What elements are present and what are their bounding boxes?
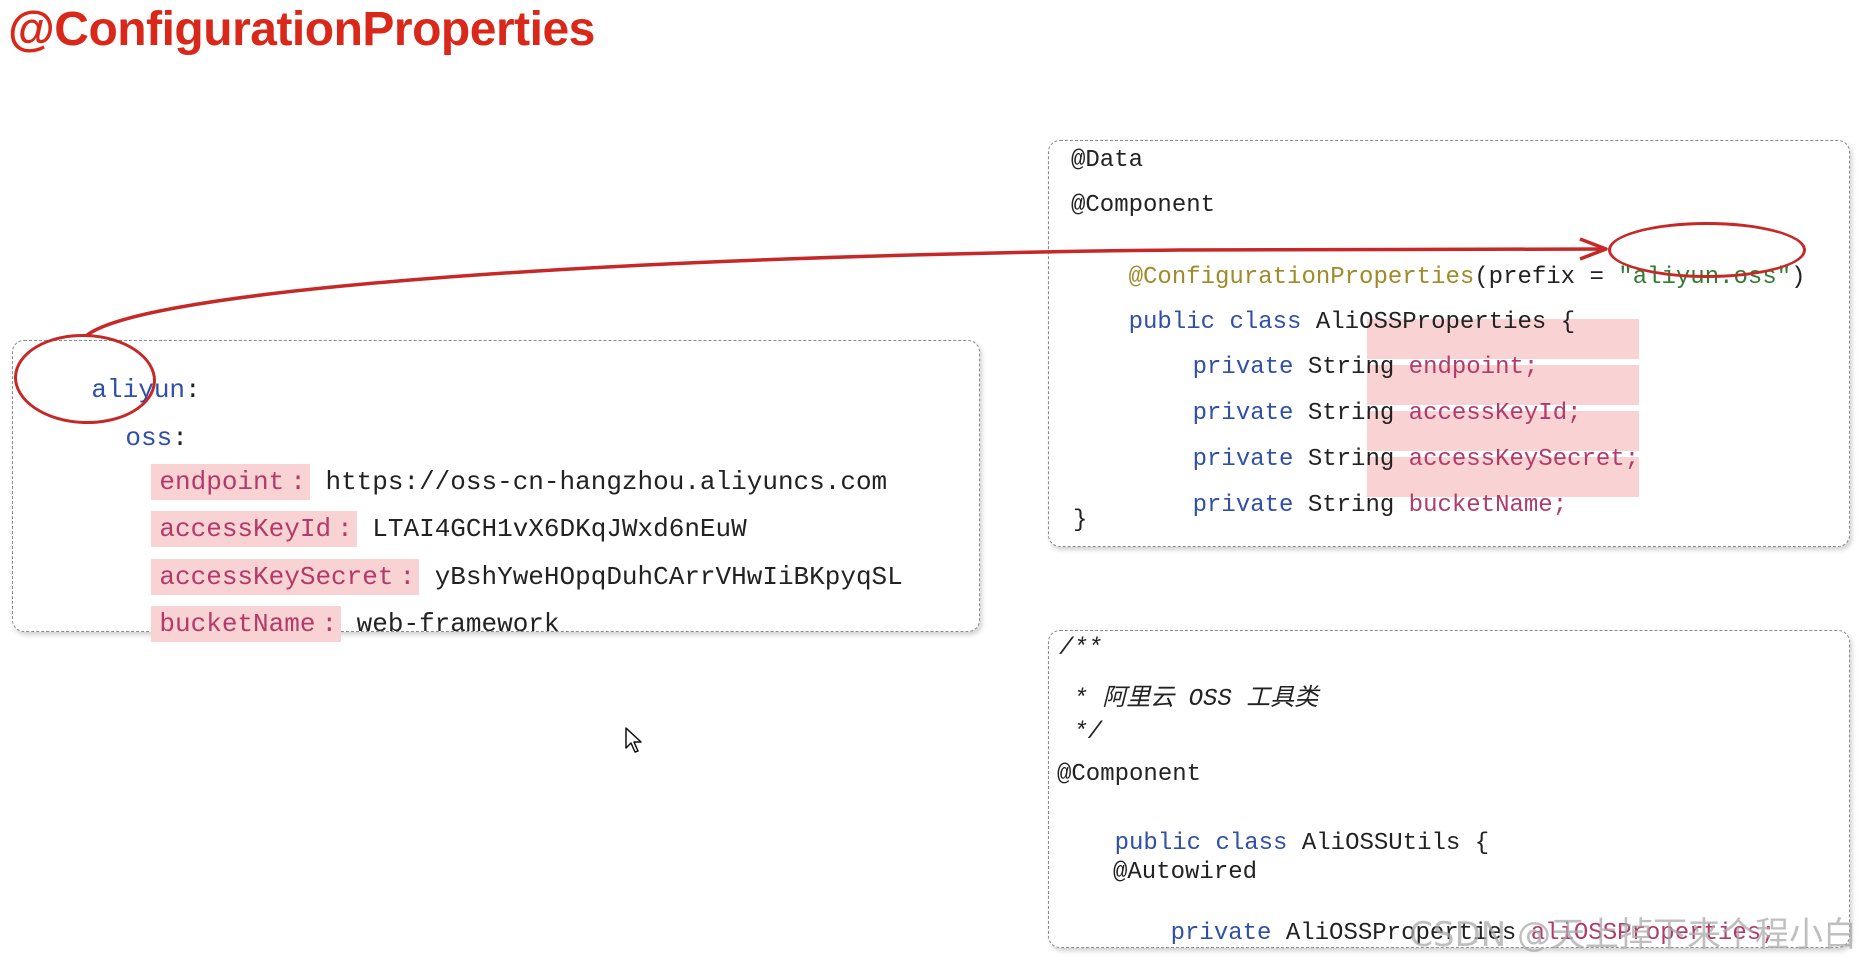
field-line: private String bucketName; (1192, 492, 1568, 519)
yaml-config-box: aliyun: oss: endpoint: https://oss-cn-ha… (12, 340, 980, 642)
doc-comment-body: * 阿里云 OSS 工具类 (1059, 686, 1319, 713)
page-title: @ConfigurationProperties (8, 3, 595, 56)
annotation-component: @Component (1071, 192, 1216, 219)
mouse-cursor-icon (625, 727, 642, 753)
utils-class-box: /** * 阿里云 OSS 工具类 */ @Component public c… (1048, 630, 1850, 948)
yaml-entry-key: bucketName (151, 606, 322, 642)
doc-comment-close: */ (1059, 719, 1103, 746)
annotation-data: @Data (1071, 147, 1144, 174)
field-name: bucketName; (1408, 492, 1568, 519)
yaml-entry-bucketname: bucketName: web-framework (89, 579, 560, 669)
annotation-component: @Component (1057, 761, 1202, 788)
class-closing-brace: } (1073, 507, 1088, 534)
doc-comment-open: /** (1059, 635, 1103, 662)
prefix-value-ellipse (1608, 222, 1806, 278)
properties-class-box: @Data @Component @ConfigurationPropertie… (1048, 140, 1850, 547)
yaml-entry-value: web-framework (356, 609, 560, 639)
annotation-autowired: @Autowired (1113, 859, 1258, 886)
class-name: AliOSSUtils { (1301, 830, 1490, 857)
watermark: CSDN @天上掉下来个程小白 (1409, 915, 1857, 955)
